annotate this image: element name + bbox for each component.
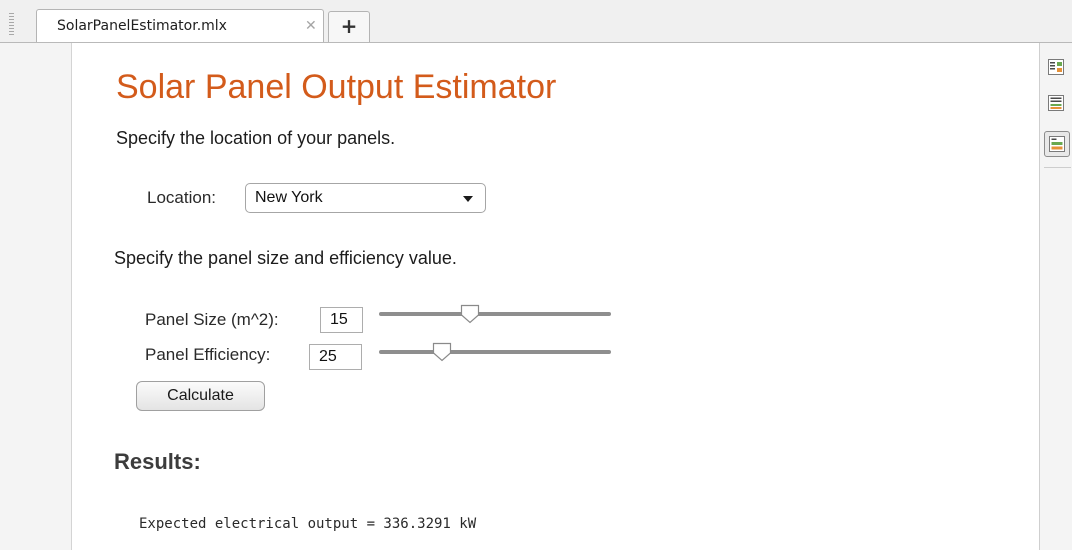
hide-code-icon[interactable] [1044, 131, 1070, 157]
slider-track [379, 312, 611, 316]
location-dropdown[interactable]: New York [245, 183, 486, 213]
location-selected-value: New York [255, 189, 323, 206]
output-right-icon[interactable] [1047, 94, 1065, 112]
panel-instructions: Specify the panel size and efficiency va… [114, 248, 457, 268]
panel-size-label: Panel Size (m^2): [145, 310, 279, 329]
tab-bar-grip[interactable] [9, 13, 14, 35]
page-title: Solar Panel Output Estimator [116, 68, 557, 106]
panel-efficiency-slider[interactable] [379, 342, 611, 362]
live-script-document: Solar Panel Output Estimator Specify the… [72, 43, 1038, 550]
close-tab-icon[interactable]: ✕ [305, 18, 317, 34]
calculate-button[interactable]: Calculate [136, 381, 265, 411]
panel-efficiency-label: Panel Efficiency: [145, 345, 271, 364]
slider-thumb[interactable] [460, 304, 480, 324]
new-tab-button[interactable]: + [328, 11, 370, 42]
editor-tab-bar: SolarPanelEstimator.mlx ✕ + [0, 0, 1072, 43]
editor-left-gutter [0, 43, 72, 550]
location-instructions: Specify the location of your panels. [116, 128, 396, 148]
location-label: Location: [147, 188, 216, 207]
chevron-down-icon [463, 196, 473, 202]
slider-track [379, 350, 611, 354]
tab-label: SolarPanelEstimator.mlx [57, 18, 227, 34]
tab-solarpanelestimator[interactable]: SolarPanelEstimator.mlx ✕ [36, 9, 324, 42]
panel-efficiency-field[interactable]: 25 [309, 344, 362, 370]
panel-size-field[interactable]: 15 [320, 307, 363, 333]
output-inline-icon[interactable] [1047, 58, 1065, 76]
slider-thumb[interactable] [432, 342, 452, 362]
output-view-toolbar [1039, 43, 1072, 550]
panel-size-slider[interactable] [379, 304, 611, 324]
output-text: Expected electrical output = 336.3291 kW [139, 516, 477, 532]
results-heading: Results: [114, 449, 201, 474]
toolbar-divider [1044, 167, 1071, 168]
